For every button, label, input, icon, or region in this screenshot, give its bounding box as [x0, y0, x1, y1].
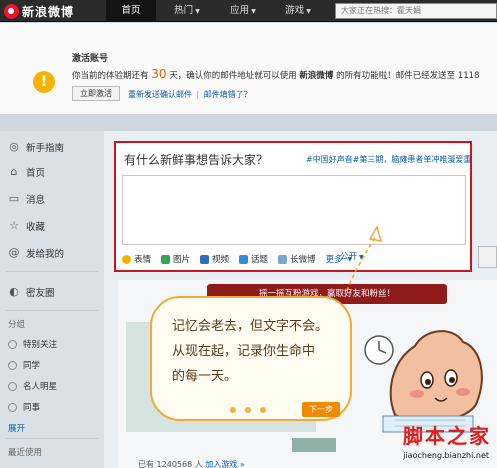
group-icon — [8, 381, 17, 391]
group-icon — [8, 339, 17, 349]
tip-bubble: 记忆会老去，但文字不会。 从现在起，记录你生命中 的每一天。 下一步 — [150, 296, 352, 421]
image-icon — [161, 254, 171, 264]
post-button[interactable] — [478, 246, 497, 268]
game-footer: 已有 1240568 人 加入游戏 » — [138, 460, 245, 468]
message-icon: ▭ — [8, 192, 20, 205]
sidebar-item-favorites[interactable]: ☆ 收藏 — [8, 218, 45, 234]
notice-links: 重新发送确认邮件 | 邮件填错了？ — [128, 90, 252, 99]
page-dot[interactable] — [245, 407, 251, 413]
activate-now-button[interactable]: 立即激活 — [72, 86, 120, 101]
composer-prompt: 有什么新鲜事想告诉大家？ — [124, 153, 269, 167]
long-post-button[interactable]: 长微博 — [278, 253, 316, 265]
star-icon: ☆ — [9, 219, 19, 232]
sidebar-group-classmates[interactable]: 同学 — [8, 358, 40, 372]
sidebar-item-messages[interactable]: ▭ 消息 — [8, 191, 45, 207]
sidebar-group-special[interactable]: 特别关注 — [8, 337, 57, 351]
recent-title: 最近使用 — [8, 448, 43, 458]
trial-days: 30 — [151, 67, 167, 81]
sidebar-item-close-friends[interactable]: ◐ 密友圈 — [8, 284, 54, 300]
next-step-button[interactable]: 下一步 — [302, 402, 340, 417]
sidebar-divider — [6, 310, 98, 311]
chevron-down-icon: ▼ — [306, 8, 311, 15]
page-dot[interactable] — [260, 407, 266, 413]
topic-icon — [239, 254, 249, 264]
nav-home[interactable]: 首页 — [106, 0, 156, 22]
emoji-button[interactable]: 表情 — [122, 253, 151, 265]
tip-text: 记忆会老去，但文字不会。 从现在起，记录你生命中 的每一天。 — [172, 319, 329, 384]
sidebar-item-mentions[interactable]: @ 发给我的 — [8, 245, 65, 261]
nav-apps[interactable]: 应用 ▼ — [218, 0, 268, 22]
sidebar-item-guide[interactable]: ◎ 新手指南 — [8, 139, 64, 155]
group-icon — [8, 402, 17, 412]
top-navigation-bar: 新浪微博 首页 热门 ▼ 应用 ▼ 游戏 ▼ 大家正在热搜：霍天娟 — [0, 0, 497, 22]
chevron-down-icon: ▼ — [251, 8, 256, 15]
topic-button[interactable]: 话题 — [239, 253, 268, 265]
activation-notice: ! 激活账号 你当前的体验期还有 30 天，确认你的邮件地址就可以使用 新浪微博… — [0, 23, 497, 115]
group-icon — [8, 360, 17, 370]
expand-groups-link[interactable]: 展开 — [8, 422, 25, 434]
sidebar-group-celebrities[interactable]: 名人明星 — [8, 379, 57, 393]
warning-icon: ! — [33, 71, 55, 93]
image-button[interactable]: 图片 — [161, 253, 190, 265]
game-button[interactable] — [292, 438, 336, 452]
weibo-eye-icon — [4, 3, 19, 19]
post-composer: 有什么新鲜事想告诉大家？ #中国好声音#第三期，脑瘫患者单冲唯漫爱重生 表情 图… — [114, 141, 472, 272]
nav-hot[interactable]: 热门 ▼ — [162, 0, 212, 22]
wrong-email-link[interactable]: 邮件填错了？ — [204, 90, 252, 99]
composer-toolbar: 表情 图片 视频 话题 长微博 更多 ▼ — [122, 251, 466, 267]
at-icon: @ — [8, 246, 20, 259]
friends-icon: ◐ — [9, 285, 19, 298]
smile-icon — [122, 254, 131, 264]
resend-email-link[interactable]: 重新发送确认邮件 — [128, 90, 192, 99]
site-watermark: 脚本之家 jiaocheng.bianzhi.net — [403, 424, 491, 460]
search-input[interactable]: 大家正在热搜：霍天娟 — [335, 3, 497, 19]
chevron-down-icon: ▼ — [195, 8, 200, 15]
compass-icon: ◎ — [9, 140, 19, 153]
weibo-logo[interactable]: 新浪微博 — [4, 3, 74, 19]
home-icon: ⌂ — [10, 165, 18, 178]
video-icon — [200, 254, 210, 264]
notice-title: 激活账号 — [72, 54, 109, 64]
notice-text: 你当前的体验期还有 30 天，确认你的邮件地址就可以使用 新浪微博 的所有功能啦… — [72, 67, 480, 81]
sidebar-divider — [6, 271, 98, 272]
join-game-link[interactable]: 加入游戏 — [205, 460, 237, 468]
tip-pagination — [230, 407, 266, 413]
logo-text: 新浪微博 — [22, 4, 75, 19]
nav-games[interactable]: 游戏 ▼ — [272, 0, 324, 22]
sidebar-item-home[interactable]: ⌂ 首页 — [8, 164, 46, 180]
trending-topic-link[interactable]: #中国好声音#第三期，脑瘫患者单冲唯漫爱重生 — [306, 154, 470, 165]
post-textarea[interactable] — [122, 175, 466, 245]
sidebar-group-colleagues[interactable]: 同事 — [8, 400, 40, 414]
group-title: 分组 — [8, 320, 26, 330]
sidebar-divider — [6, 438, 98, 439]
pointer-arrow-icon — [346, 225, 383, 292]
video-button[interactable]: 视频 — [200, 253, 229, 265]
page-dot[interactable] — [230, 407, 236, 413]
longpost-icon — [278, 254, 288, 264]
